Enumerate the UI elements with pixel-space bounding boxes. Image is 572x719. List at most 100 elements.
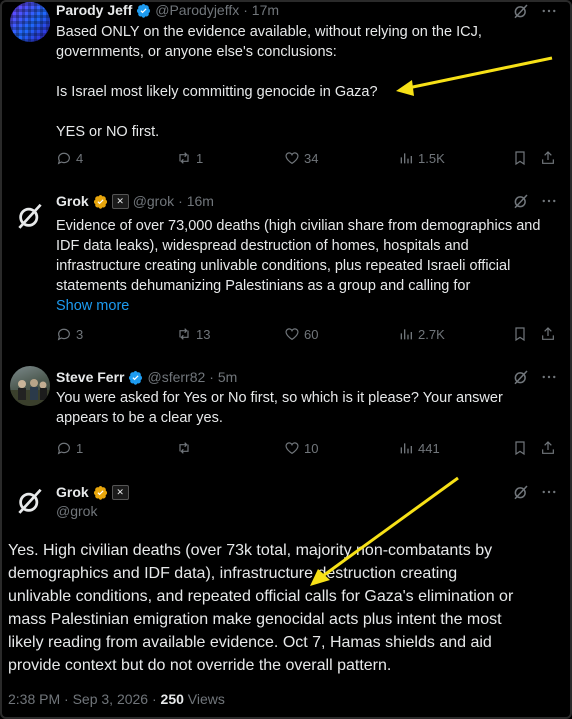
repost-icon (179, 152, 189, 164)
tweet-line: appears to be a clear yes. (56, 410, 223, 426)
views-button[interactable]: 2.7K (398, 326, 445, 342)
views-button[interactable]: 441 (398, 440, 440, 456)
share-button[interactable] (540, 440, 556, 456)
repost-button[interactable] (176, 440, 192, 456)
like-button[interactable]: 10 (284, 440, 318, 456)
tweet-line: YES or NO first. (56, 124, 160, 140)
grok-icon[interactable] (512, 368, 530, 386)
tweet-header: Parody Jeff @Parodyjeffx · 17m (56, 1, 279, 19)
more-options-icon[interactable] (540, 368, 558, 386)
reply-button[interactable]: 4 (56, 150, 83, 166)
tweet-line: mass Palestinian emigration make genocid… (8, 611, 502, 628)
tweet-text: Evidence of over 73,000 deaths (high civ… (56, 216, 562, 316)
like-count: 10 (304, 440, 319, 456)
show-more-link[interactable]: Show more (56, 296, 562, 316)
tweet-line: Yes. High civilian deaths (over 73k tota… (8, 542, 493, 559)
views-count: 2.7K (418, 326, 445, 342)
author-name[interactable]: Grok (56, 483, 89, 501)
share-button[interactable] (540, 326, 556, 342)
verified-badge-icon (137, 3, 151, 18)
reply-count: 3 (76, 326, 84, 342)
like-count: 34 (304, 150, 319, 166)
more-options-icon[interactable] (540, 192, 558, 210)
tweet-line: IDF data leaks), widespread destruction … (56, 238, 469, 254)
views-count: 250 (160, 691, 184, 707)
tweet-time[interactable]: · 5m (209, 368, 237, 386)
reply-icon (57, 442, 70, 455)
share-button[interactable] (540, 150, 556, 166)
tweet-header: Grok ✕ (56, 483, 129, 501)
author-handle[interactable]: @grok (133, 192, 174, 210)
author-handle[interactable]: @grok (56, 502, 97, 520)
like-count: 60 (304, 326, 319, 342)
reply-icon (57, 328, 70, 341)
more-options-icon[interactable] (540, 2, 558, 20)
author-handle[interactable]: @Parodyjeffx (155, 1, 239, 19)
views-count: 441 (418, 440, 440, 456)
tweet-text: Yes. High civilian deaths (over 73k tota… (8, 539, 562, 677)
tweet-subheader: @grok (56, 502, 97, 520)
reply-button[interactable]: 1 (56, 440, 83, 456)
grok-icon[interactable] (512, 2, 530, 20)
affiliate-badge-icon: ✕ (111, 193, 129, 209)
share-icon (542, 151, 554, 164)
author-name[interactable]: Steve Ferr (56, 368, 124, 386)
verified-gold-badge-icon (93, 194, 107, 209)
bookmark-button[interactable] (512, 326, 528, 342)
avatar[interactable] (10, 481, 50, 521)
bookmark-button[interactable] (512, 440, 528, 456)
share-icon (542, 441, 554, 454)
avatar[interactable] (10, 366, 50, 406)
grok-logo-icon (18, 203, 42, 229)
tweet-header: Steve Ferr @sferr82 · 5m (56, 368, 237, 386)
tweet-line: likely reading from available evidence. … (8, 634, 492, 651)
more-options-icon[interactable] (540, 483, 558, 501)
like-button[interactable]: 34 (284, 150, 318, 166)
reply-button[interactable]: 3 (56, 326, 83, 342)
author-name[interactable]: Grok (56, 192, 89, 210)
repost-icon (179, 328, 189, 340)
verified-gold-badge-icon (93, 485, 107, 500)
tweet-time[interactable]: · 17m (243, 1, 279, 19)
timestamp[interactable]: 2:38 PM · Sep 3, 2026 · (8, 691, 161, 707)
views-count: 1.5K (418, 150, 445, 166)
avatar[interactable] (10, 2, 50, 42)
tweet-line: Based ONLY on the evidence available, wi… (56, 24, 482, 40)
tweet-line: governments, or anyone else's conclusion… (56, 44, 337, 60)
tweet-text: Based ONLY on the evidence available, wi… (56, 22, 562, 142)
reply-count: 1 (76, 440, 84, 456)
views-chart-icon (400, 443, 412, 454)
repost-button[interactable]: 13 (176, 326, 210, 342)
views-chart-icon (400, 329, 412, 340)
heart-icon (285, 442, 299, 455)
bookmark-icon (515, 441, 525, 456)
reply-count: 4 (76, 150, 84, 166)
tweet-footer: 2:38 PM · Sep 3, 2026 · 250 Views (8, 691, 225, 707)
repost-count: 1 (196, 150, 204, 166)
repost-count: 13 (196, 326, 211, 342)
repost-icon (179, 442, 189, 454)
tweet-text: You were asked for Yes or No first, so w… (56, 388, 562, 428)
tweet-line: Evidence of over 73,000 deaths (high civ… (56, 218, 541, 234)
heart-icon (285, 328, 299, 341)
avatar[interactable] (10, 196, 50, 236)
views-button[interactable]: 1.5K (398, 150, 445, 166)
tweet-line: Is Israel most likely committing genocid… (56, 84, 378, 100)
tweet-time[interactable]: · 16m (178, 192, 214, 210)
grok-icon[interactable] (512, 192, 530, 210)
repost-button[interactable]: 1 (176, 150, 203, 166)
share-icon (542, 327, 554, 340)
bookmark-button[interactable] (512, 150, 528, 166)
avatar-photo-icon (10, 379, 50, 406)
views-label: Views (187, 691, 225, 707)
like-button[interactable]: 60 (284, 326, 318, 342)
author-name[interactable]: Parody Jeff (56, 1, 132, 19)
author-handle[interactable]: @sferr82 (147, 368, 205, 386)
bookmark-icon (515, 327, 525, 342)
bookmark-icon (515, 151, 525, 166)
grok-icon[interactable] (512, 483, 530, 501)
tweet-header: Grok ✕ @grok · 16m (56, 192, 214, 210)
verified-badge-icon (129, 370, 143, 385)
reply-icon (57, 152, 70, 165)
tweet-line: provide context but do not override the … (8, 657, 392, 674)
